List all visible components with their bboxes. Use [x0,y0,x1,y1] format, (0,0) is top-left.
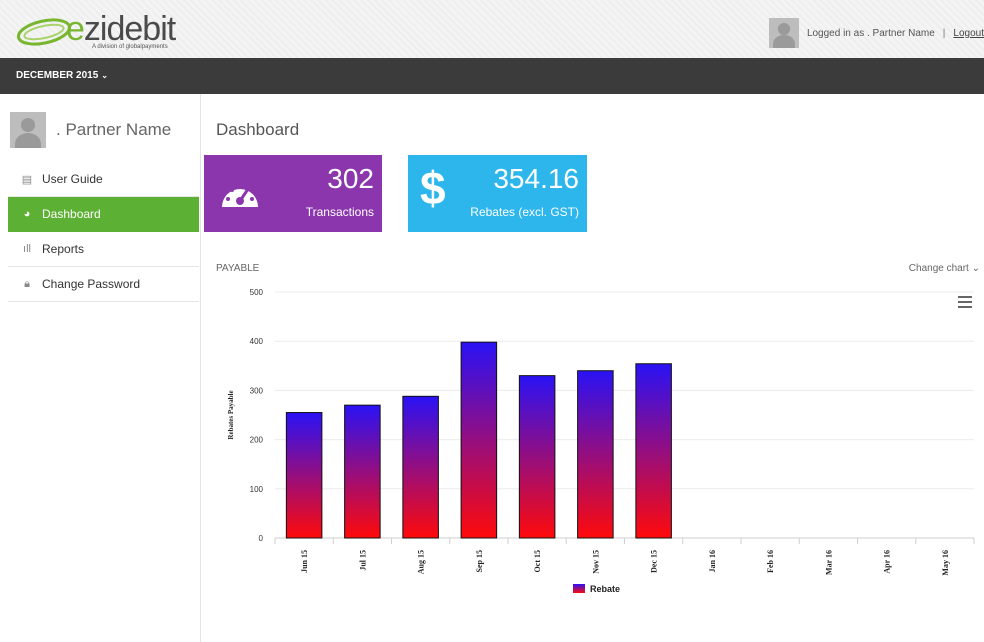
sidebar-item-user-guide[interactable]: ▤ User Guide [8,162,199,197]
sidebar-item-label: Change Password [42,277,141,291]
bar [635,363,672,539]
y-tick-label: 400 [250,337,264,346]
bar [344,404,381,539]
x-tick-label: May 16 [941,550,950,576]
month-selector-label: DECEMBER 2015 [16,70,99,81]
avatar [10,112,46,148]
transactions-value: 302 [327,163,374,194]
rebates-card: $ 354.16 Rebates (excl. GST) [408,155,587,232]
gauge-icon [222,184,258,207]
chevron-down-icon: ⌄ [101,71,108,80]
x-tick-label: Mar 16 [824,550,833,575]
x-tick-label: Jan 16 [708,550,717,572]
sidebar-nav: ▤ User Guide ◕ Dashboard ıll Reports 🔒︎ … [8,162,199,302]
x-tick-label: Oct 15 [533,550,542,572]
user-info: Logged in as . Partner Name | Logout [768,18,984,48]
change-chart-label: Change chart [908,263,969,274]
rebate-bar-chart: 0 100 200 300 400 500 Jun 15 Jul 15 Aug 15 Sep 15… [227,288,975,594]
document-icon: ▤ [21,173,33,186]
logo-tagline: A division of globalpayments [92,44,168,50]
legend-swatch [573,584,585,593]
y-axis-label: Rebates Payable [227,390,235,439]
y-tick-label: 200 [250,436,264,445]
sidebar-user-name: . Partner Name [56,120,172,139]
y-tick-label: 100 [250,485,264,494]
gauge-icon: ◕ [23,208,31,220]
chart-section-label: PAYABLE [216,263,260,274]
legend-label: Rebate [590,584,620,594]
rebates-value: 354.16 [493,163,579,194]
change-chart-dropdown[interactable]: Change chart ⌄ [909,263,980,274]
lock-icon: 🔒︎ [24,277,30,290]
top-header: ezidebit A division of globalpayments Lo… [0,0,984,59]
y-tick-label: 500 [250,288,264,297]
bar [402,395,439,539]
page-title: Dashboard [216,120,300,139]
sidebar-item-dashboard[interactable]: ◕ Dashboard [8,197,199,232]
rebates-label: Rebates (excl. GST) [470,205,579,219]
x-tick-label: Dec 15 [650,550,659,573]
bar [460,341,498,539]
transactions-card: 302 Transactions [204,155,382,232]
chevron-down-icon: ⌄ [971,263,980,274]
x-tick-label: Jun 15 [300,550,309,573]
y-tick-label: 0 [259,534,264,543]
sidebar-user: . Partner Name [10,112,171,148]
bar-chart-icon: ıll [23,243,31,255]
user-avatar [768,18,799,48]
sidebar-item-change-password[interactable]: 🔒︎ Change Password [8,267,199,302]
month-selector[interactable]: DECEMBER 2015 ⌄ [16,70,108,81]
x-tick-label: Sep 15 [475,550,484,572]
logged-in-text: Logged in as . Partner Name [806,27,935,39]
bar [518,375,556,539]
transactions-label: Transactions [305,205,374,219]
sidebar-item-reports[interactable]: ıll Reports [8,232,199,267]
month-bar: DECEMBER 2015 ⌄ [0,58,984,94]
x-tick-label: Feb 16 [766,550,775,573]
x-tick-label: Jul 15 [358,550,367,571]
sidebar-item-label: Reports [42,242,85,256]
ezidebit-logo[interactable]: ezidebit A division of globalpayments [14,8,214,54]
bar [577,370,614,539]
logo-swoosh-icon [16,18,72,46]
sidebar: . Partner Name ▤ User Guide ◕ Dashboard … [0,94,201,642]
y-tick-label: 300 [250,386,264,395]
logout-link[interactable]: Logout [953,28,984,39]
header-separator: | [942,27,946,39]
x-tick-label: Apr 16 [883,550,892,574]
x-tick-label: Nov 15 [591,550,600,574]
x-tick-label: Aug 15 [417,550,426,574]
sidebar-item-label: Dashboard [42,207,101,221]
bar [285,412,323,539]
dollar-icon: $ [420,162,446,214]
sidebar-item-label: User Guide [42,172,103,186]
